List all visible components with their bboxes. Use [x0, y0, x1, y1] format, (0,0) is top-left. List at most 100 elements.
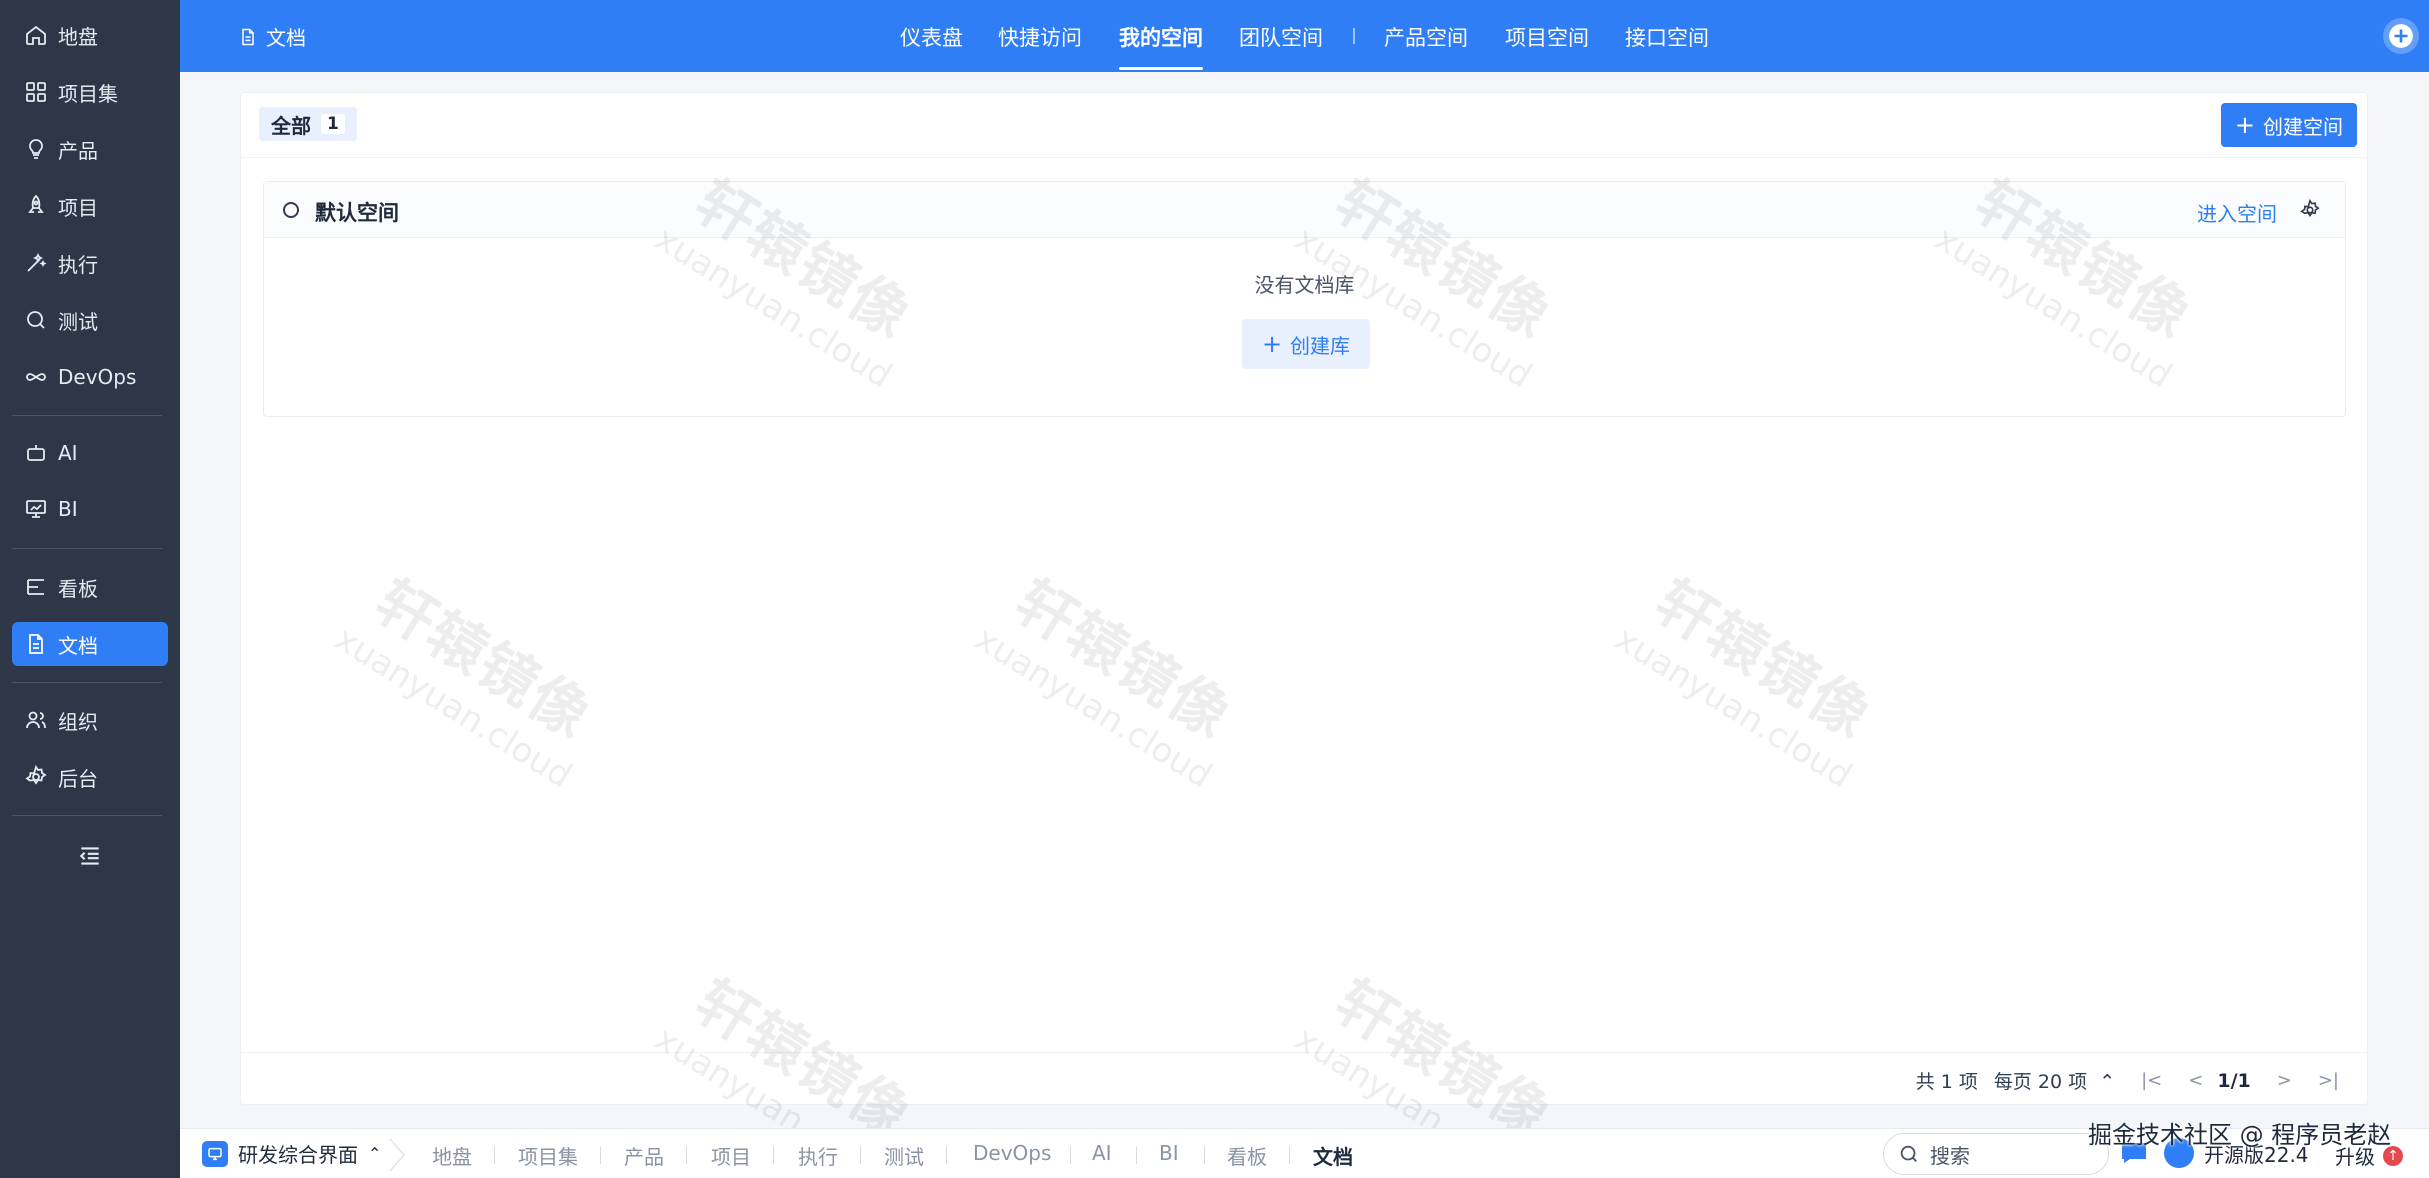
space-radio-icon[interactable] — [283, 202, 299, 218]
prev-page-icon[interactable]: < — [2188, 1070, 2203, 1091]
footer-divider — [600, 1146, 601, 1164]
sidebar-item-execution[interactable]: 执行 — [12, 241, 168, 285]
chevron-up-icon: ⌃ — [2099, 1071, 2116, 1093]
sidebar-item-label: 测试 — [58, 309, 98, 334]
sidebar-item-bi[interactable]: BI — [12, 487, 168, 531]
document-icon — [242, 28, 254, 45]
credit-overlay: 掘金技术社区 @ 程序员老赵 — [2088, 1121, 2392, 1149]
tab-all[interactable]: 全部 1 — [259, 107, 357, 141]
rocket-icon — [28, 194, 44, 213]
footer-nav-dashboard[interactable]: 地盘 — [432, 1141, 472, 1170]
sidebar-item-label: 地盘 — [58, 24, 98, 49]
kanban-icon — [27, 579, 44, 595]
next-page-icon[interactable]: > — [2277, 1070, 2292, 1091]
footer-divider — [1136, 1146, 1137, 1164]
sidebar-item-label: 产品 — [58, 138, 98, 163]
footer-nav-doc[interactable]: 文档 — [1313, 1141, 1353, 1170]
sidebar-divider — [12, 682, 162, 683]
sidebar-item-org[interactable]: 组织 — [12, 698, 168, 742]
empty-state-text: 没有文档库 — [1254, 273, 1355, 297]
document-icon — [29, 634, 43, 654]
footer-divider — [494, 1146, 495, 1164]
sidebar-item-label: 项目 — [58, 195, 98, 220]
robot-icon — [27, 445, 45, 461]
divider — [241, 1052, 2367, 1053]
sidebar-item-label: DevOps — [58, 365, 137, 389]
infinity-icon — [26, 373, 46, 381]
footer-divider — [860, 1146, 861, 1164]
footer-nav-kanban[interactable]: 看板 — [1227, 1141, 1267, 1170]
app-label: 研发综合界面 — [238, 1143, 358, 1167]
sidebar-item-doc[interactable]: 文档 — [12, 622, 168, 666]
sidebar-item-label: 后台 — [58, 766, 98, 791]
footer-nav-project[interactable]: 项目 — [711, 1141, 751, 1170]
footer-nav-program[interactable]: 项目集 — [518, 1141, 578, 1170]
pager-total: 共 1 项 — [1915, 1071, 1978, 1093]
presentation-icon — [26, 500, 46, 518]
sidebar-item-admin[interactable]: 后台 — [12, 755, 168, 799]
space-header: 默认空间 进入空间 — [264, 182, 2345, 238]
sidebar-divider — [12, 815, 162, 816]
collapse-sidebar-icon[interactable] — [77, 843, 103, 869]
nav-quick-access[interactable]: 快捷访问 — [998, 22, 1082, 52]
first-page-icon[interactable]: |< — [2141, 1070, 2162, 1091]
top-header: 文档 仪表盘 快捷访问 我的空间 团队空间 产品空间 项目空间 接口空间 S — [180, 0, 2429, 72]
nav-team-space[interactable]: 团队空间 — [1239, 22, 1323, 52]
nav-api-space[interactable]: 接口空间 — [1625, 22, 1709, 52]
plus-icon: + — [2234, 111, 2255, 139]
create-library-button[interactable]: + 创建库 — [1242, 319, 1370, 369]
nav-product-space[interactable]: 产品空间 — [1384, 22, 1468, 52]
sidebar-item-label: 组织 — [58, 709, 98, 734]
footer-nav-devops[interactable]: DevOps — [973, 1141, 1051, 1165]
footer-divider — [1204, 1146, 1205, 1164]
footer-divider — [1070, 1146, 1071, 1164]
footer-nav-product[interactable]: 产品 — [624, 1141, 664, 1170]
footer-nav-qa[interactable]: 测试 — [884, 1141, 924, 1170]
plus-circle-icon — [2389, 24, 2413, 48]
nav-project-space[interactable]: 项目空间 — [1505, 22, 1589, 52]
sidebar-item-product[interactable]: 产品 — [12, 127, 168, 171]
sidebar-item-ai[interactable]: AI — [12, 431, 168, 475]
sidebar-item-label: AI — [58, 441, 78, 465]
chevron-up-icon: ⌃ — [368, 1144, 382, 1163]
pagination: 共 1 项 每页 20 项 ⌃ |< < 1/1 > >| — [1900, 1067, 2339, 1094]
pager-per-page-label: 每页 20 项 — [1993, 1071, 2088, 1093]
sidebar-item-label: 看板 — [58, 576, 98, 601]
footer-divider — [946, 1146, 947, 1164]
home-icon — [26, 25, 46, 45]
footer-nav-ai[interactable]: AI — [1092, 1141, 1112, 1165]
sidebar-item-dashboard[interactable]: 地盘 — [12, 13, 168, 57]
enter-space-link[interactable]: 进入空间 — [2197, 198, 2277, 227]
settings-gear-icon[interactable] — [2299, 199, 2321, 221]
footer-nav-execution[interactable]: 执行 — [798, 1141, 838, 1170]
lightbulb-icon — [29, 139, 43, 159]
last-page-icon[interactable]: >| — [2318, 1070, 2339, 1091]
search-icon — [1900, 1145, 1917, 1162]
sidebar-item-project[interactable]: 项目 — [12, 184, 168, 228]
sidebar: 地盘 项目集 产品 项目 执行 测试 DevOps AI BI 看板 文档 组织… — [0, 0, 180, 1178]
sidebar-item-label: 执行 — [58, 252, 98, 277]
nav-active-indicator — [1119, 67, 1203, 70]
sidebar-item-program[interactable]: 项目集 — [12, 70, 168, 114]
tab-all-label: 全部 — [271, 113, 311, 138]
nav-my-space[interactable]: 我的空间 — [1119, 22, 1203, 52]
breadcrumb[interactable]: 文档 — [238, 22, 306, 51]
sidebar-item-devops[interactable]: DevOps — [12, 355, 168, 399]
sidebar-item-qa[interactable]: 测试 — [12, 298, 168, 342]
create-space-label: 创建空间 — [2263, 114, 2343, 139]
tab-all-count: 1 — [321, 114, 345, 134]
sidebar-item-kanban[interactable]: 看板 — [12, 565, 168, 609]
footer-nav-bi[interactable]: BI — [1159, 1141, 1179, 1165]
quick-create-button[interactable] — [2383, 18, 2419, 54]
sidebar-divider — [12, 548, 162, 549]
search-input[interactable]: 搜索 — [1883, 1133, 2109, 1175]
search-test-icon — [27, 311, 45, 329]
footer-divider — [1289, 1146, 1290, 1164]
create-space-button[interactable]: + 创建空间 — [2220, 103, 2357, 147]
nav-dashboard[interactable]: 仪表盘 — [900, 22, 963, 52]
app-switcher[interactable]: 研发综合界面 ⌃ — [202, 1139, 381, 1168]
create-library-label: 创建库 — [1290, 333, 1351, 358]
gear-icon — [25, 765, 47, 785]
wand-icon — [27, 252, 47, 272]
pager-per-page[interactable]: 每页 20 项 ⌃ — [1994, 1067, 2115, 1094]
